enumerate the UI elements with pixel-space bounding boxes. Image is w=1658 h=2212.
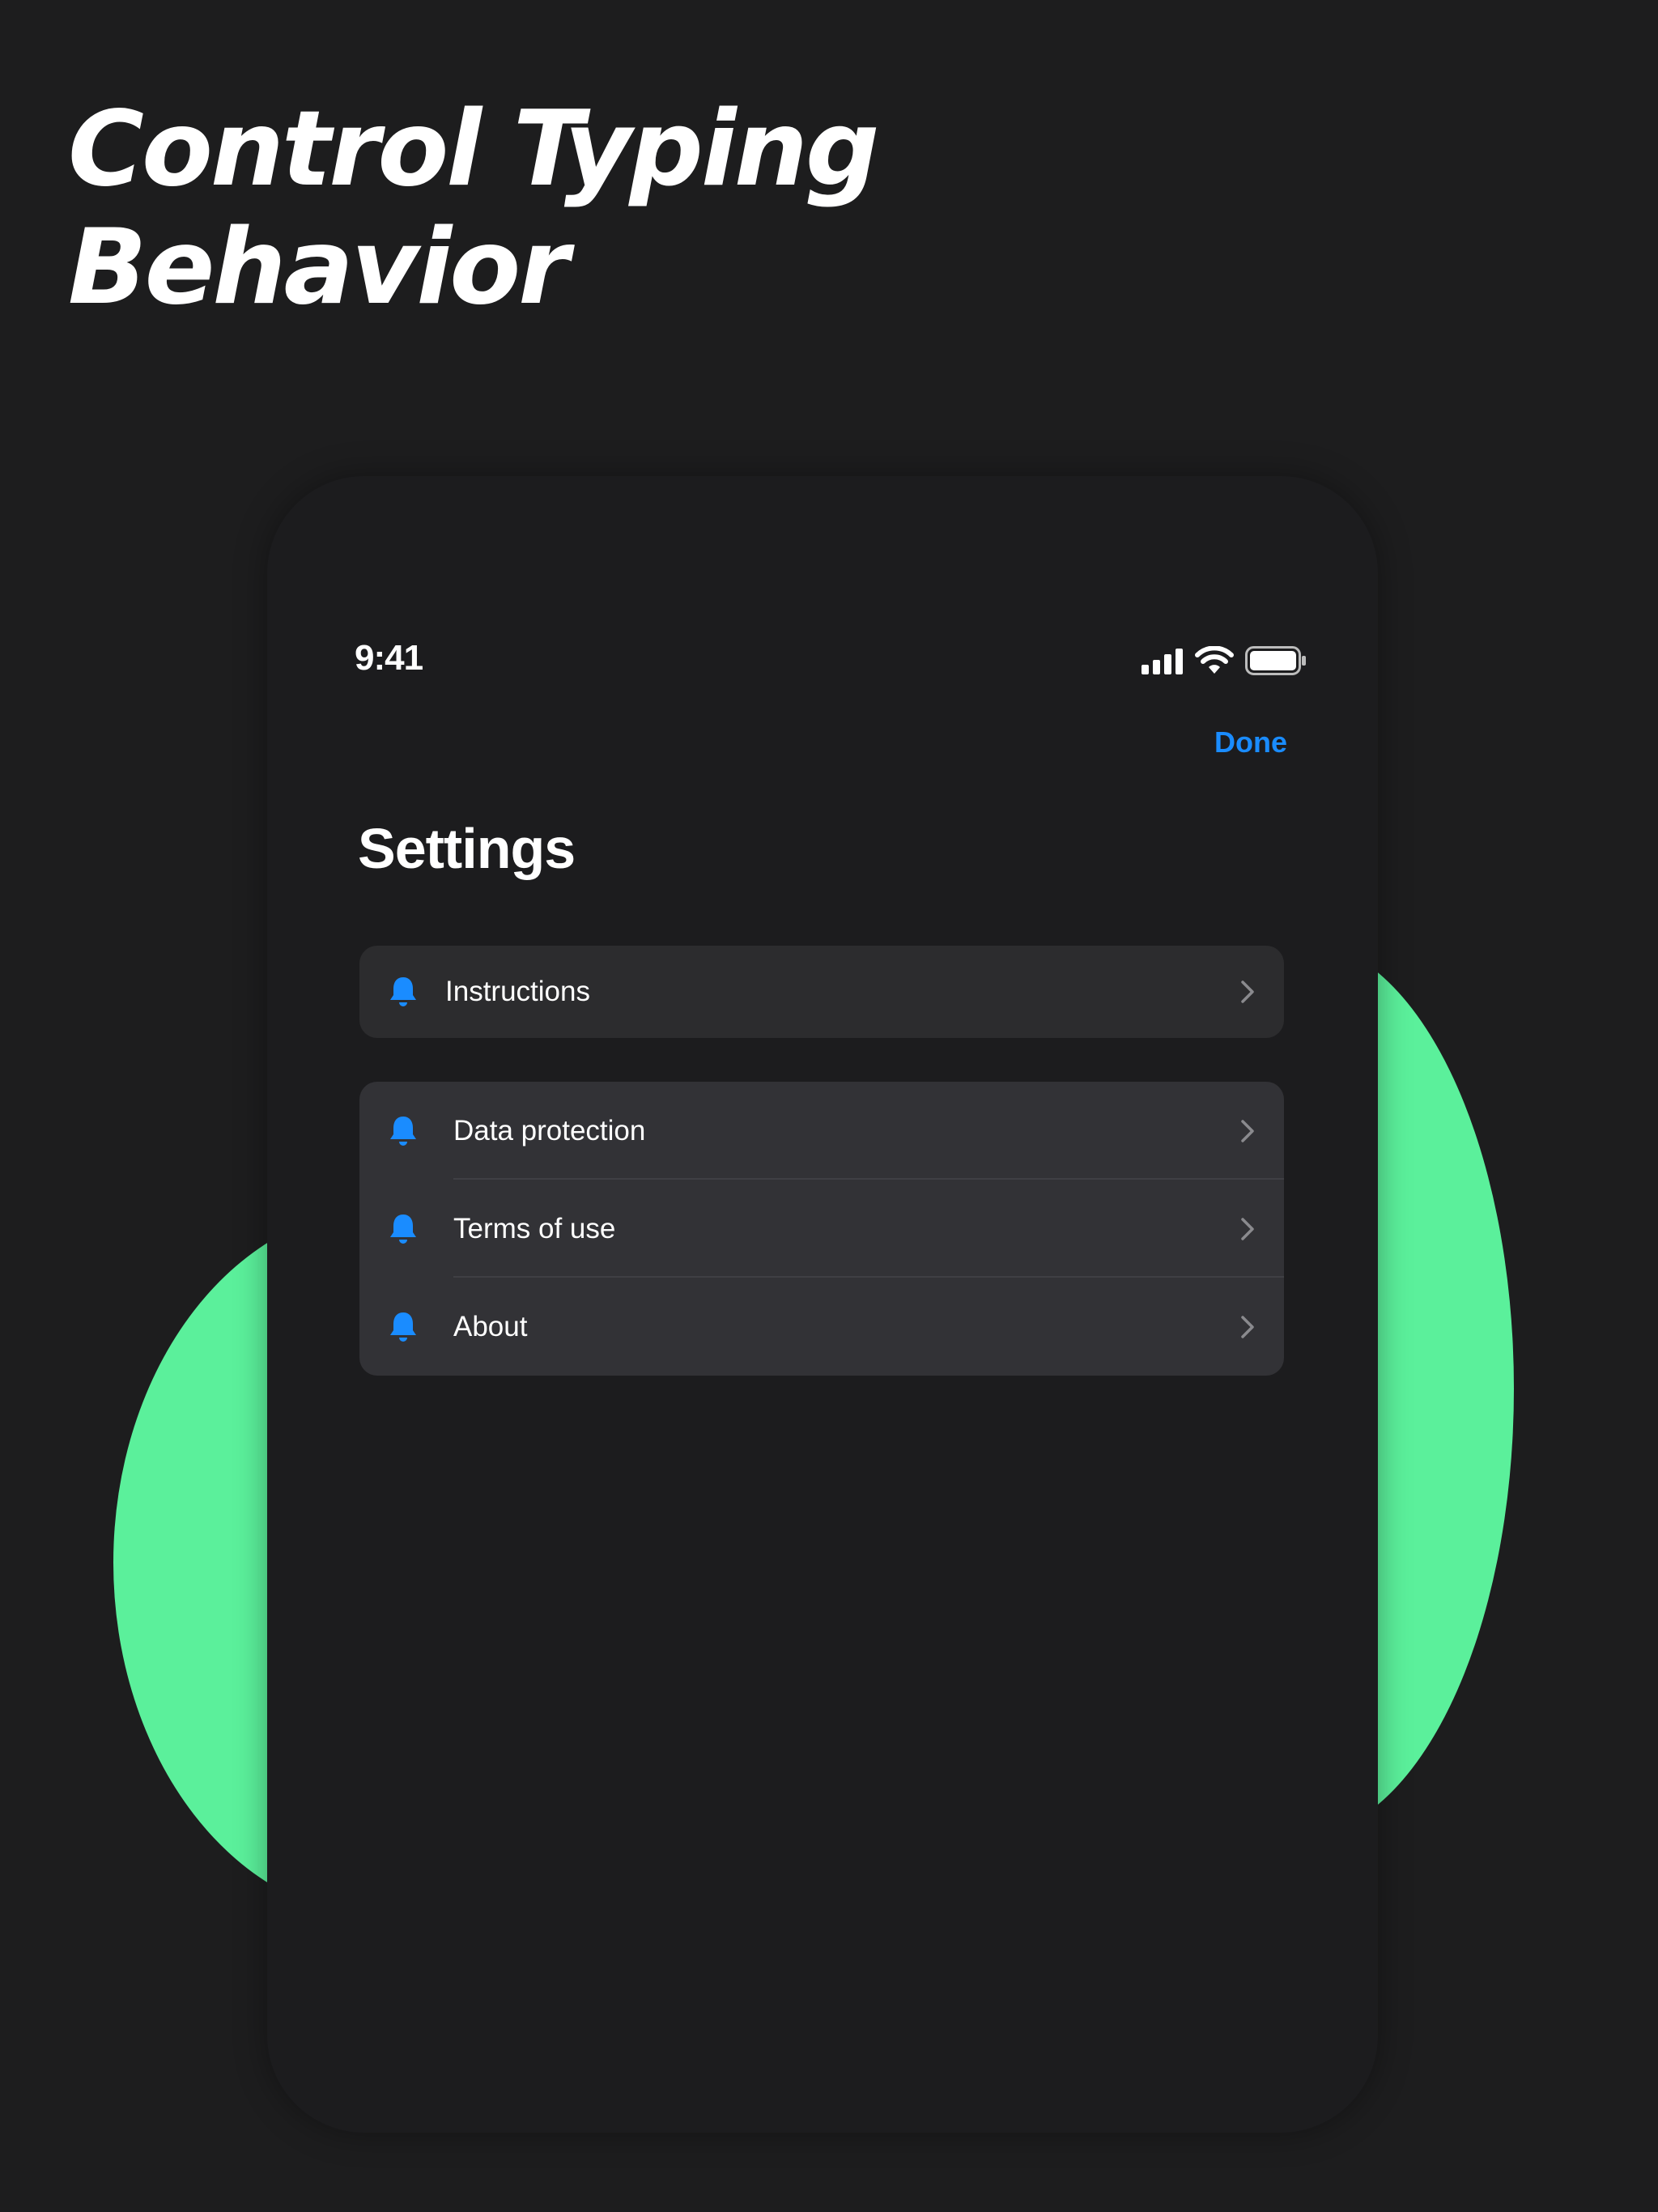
headline-line-2: Behavior bbox=[68, 207, 569, 328]
bell-icon bbox=[390, 1312, 416, 1342]
headline-line-1: Control Typing bbox=[68, 89, 879, 210]
device-frame: 9:41 Done Settings Instructions Data pro… bbox=[267, 476, 1378, 2133]
settings-row-terms-of-use[interactable]: Terms of use bbox=[359, 1180, 1284, 1278]
chevron-right-icon bbox=[1241, 1119, 1254, 1142]
wifi-icon bbox=[1195, 646, 1234, 675]
marketing-headline: Control Typing Behavior bbox=[68, 89, 879, 328]
settings-row-data-protection[interactable]: Data protection bbox=[359, 1082, 1284, 1180]
settings-row-label: About bbox=[453, 1310, 528, 1342]
status-bar bbox=[267, 476, 1378, 541]
bell-icon bbox=[390, 1214, 416, 1244]
chevron-right-icon bbox=[1241, 981, 1254, 1003]
bell-icon bbox=[390, 977, 416, 1006]
settings-group-2: Data protection Terms of use About bbox=[359, 1082, 1284, 1376]
settings-row-label: Terms of use bbox=[453, 1212, 616, 1244]
status-time: 9:41 bbox=[355, 638, 423, 678]
settings-row-about[interactable]: About bbox=[359, 1278, 1284, 1376]
page-title: Settings bbox=[358, 817, 576, 880]
settings-row-label: Instructions bbox=[445, 976, 590, 1007]
chevron-right-icon bbox=[1241, 1315, 1254, 1338]
battery-icon bbox=[1245, 646, 1307, 675]
chevron-right-icon bbox=[1241, 1217, 1254, 1240]
settings-row-label: Data protection bbox=[453, 1114, 646, 1146]
settings-row-instructions[interactable]: Instructions bbox=[359, 946, 1284, 1038]
done-button[interactable]: Done bbox=[1214, 725, 1287, 759]
status-icons bbox=[1141, 646, 1307, 675]
cellular-signal-icon bbox=[1141, 647, 1184, 674]
settings-group-1: Instructions bbox=[359, 946, 1284, 1038]
bell-icon bbox=[390, 1116, 416, 1146]
